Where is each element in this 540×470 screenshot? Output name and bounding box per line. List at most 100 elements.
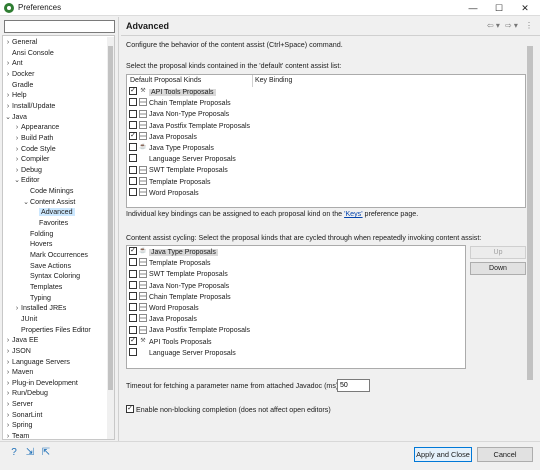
chevron-right-icon[interactable]: › <box>4 378 12 389</box>
chevron-right-icon[interactable]: › <box>13 165 21 176</box>
chevron-right-icon[interactable]: › <box>4 420 12 431</box>
chevron-right-icon[interactable]: › <box>4 367 12 378</box>
proposal-row[interactable]: Template Proposals <box>129 176 210 188</box>
chevron-right-icon[interactable]: › <box>4 357 12 368</box>
tree-item-gradle[interactable]: Gradle <box>4 80 33 91</box>
proposal-row[interactable]: Java Non-Type Proposals <box>129 109 229 120</box>
tree-item-install-update[interactable]: › Install/Update <box>4 101 56 112</box>
tree-item-run-debug[interactable]: › Run/Debug <box>4 388 48 399</box>
checkbox[interactable] <box>129 187 137 196</box>
chevron-down-icon[interactable]: ⌄ <box>22 197 30 208</box>
preference-tree[interactable]: › General Ansi Console › Ant › Docker Gradle › He… <box>2 35 115 440</box>
proposal-row[interactable]: Java Postfix Template Proposals <box>129 120 250 132</box>
tree-item-syntax-coloring[interactable]: Syntax Coloring <box>22 271 80 282</box>
tree-item-properties-files-editor[interactable]: Properties Files Editor <box>13 325 91 336</box>
back-icon[interactable]: ⇦ ▾ <box>487 21 500 30</box>
chevron-right-icon[interactable]: › <box>13 133 21 144</box>
checkbox[interactable] <box>129 258 137 267</box>
tree-item-debug[interactable]: › Debug <box>13 165 42 176</box>
column-header-kinds[interactable]: Default Proposal Kinds <box>130 77 201 84</box>
tree-item-favorites[interactable]: Favorites <box>31 218 68 229</box>
chevron-right-icon[interactable]: › <box>4 431 12 439</box>
checkbox[interactable] <box>129 109 137 118</box>
nonblocking-checkbox[interactable]: ✓ <box>126 405 134 414</box>
tree-item-ant[interactable]: › Ant <box>4 58 23 69</box>
tree-item-spring[interactable]: › Spring <box>4 420 33 431</box>
tree-item-templates[interactable]: Templates <box>22 282 62 293</box>
proposal-row[interactable]: Word Proposals <box>129 303 199 314</box>
checked-checkbox[interactable]: ✓ <box>129 87 137 96</box>
checkbox[interactable] <box>129 154 137 163</box>
proposal-row[interactable]: Chain Template Proposals <box>129 98 231 109</box>
chevron-right-icon[interactable]: › <box>13 154 21 165</box>
tree-item-content-assist[interactable]: ⌄Content Assist <box>22 197 75 208</box>
help-icon[interactable]: ? <box>8 447 20 459</box>
proposal-row[interactable]: SWT Template Proposals <box>129 269 228 280</box>
cycling-kinds-list[interactable]: ✓ ☕ Java Type Proposals Template Proposals S… <box>126 245 466 369</box>
export-icon[interactable]: ⇱ <box>40 447 52 459</box>
proposal-row[interactable]: ☕ Java Type Proposals <box>129 143 214 154</box>
chevron-right-icon[interactable]: › <box>13 122 21 133</box>
chevron-right-icon[interactable]: › <box>4 410 12 421</box>
chevron-right-icon[interactable]: › <box>13 303 21 314</box>
tree-item-general[interactable]: › General <box>4 37 37 48</box>
checkbox[interactable] <box>129 165 137 174</box>
tree-item-typing[interactable]: Typing <box>22 293 51 304</box>
proposal-row[interactable]: ✓ ⚒ API Tools Proposals <box>129 336 212 348</box>
proposal-row[interactable]: ✓ Java Proposals <box>129 131 197 143</box>
chevron-right-icon[interactable]: › <box>4 388 12 399</box>
checkbox[interactable] <box>129 143 137 152</box>
checkbox[interactable] <box>129 314 137 323</box>
chevron-down-icon[interactable]: ⌄ <box>13 175 21 186</box>
sash-divider[interactable] <box>118 17 119 441</box>
tree-item-installed-jres[interactable]: › Installed JREs <box>13 303 67 314</box>
cancel-button[interactable]: Cancel <box>477 447 533 462</box>
proposal-row[interactable]: SWT Template Proposals <box>129 165 228 176</box>
tree-item-docker[interactable]: › Docker <box>4 69 35 80</box>
tree-item-editor[interactable]: ⌄Editor <box>13 175 39 186</box>
checkbox[interactable] <box>129 269 137 278</box>
tree-item-sonarlint[interactable]: › SonarLint <box>4 410 43 421</box>
tree-item-language-servers[interactable]: › Language Servers <box>4 357 70 368</box>
proposal-row[interactable]: Template Proposals <box>129 258 210 269</box>
checkbox[interactable] <box>129 98 137 107</box>
nonblocking-option[interactable]: ✓ Enable non-blocking completion (does no… <box>126 405 331 414</box>
tree-item-ansi-console[interactable]: Ansi Console <box>4 48 54 59</box>
checkbox[interactable] <box>129 325 137 334</box>
tree-item-junit[interactable]: JUnit <box>13 314 37 325</box>
checkbox[interactable] <box>129 176 137 185</box>
keys-link[interactable]: 'Keys' <box>344 210 362 218</box>
checkbox[interactable] <box>129 347 137 356</box>
import-icon[interactable]: ⇲ <box>24 447 36 459</box>
tree-item-java[interactable]: ⌄Java <box>4 112 27 123</box>
chevron-right-icon[interactable]: › <box>4 399 12 410</box>
tree-item-server[interactable]: › Server <box>4 399 33 410</box>
proposal-row[interactable]: Java Non-Type Proposals <box>129 280 229 292</box>
tree-item-folding[interactable]: Folding <box>22 229 53 240</box>
proposal-row[interactable]: Language Server Proposals <box>129 347 236 359</box>
proposal-row[interactable]: Java Postfix Template Proposals <box>129 325 250 336</box>
checkbox[interactable] <box>129 291 137 300</box>
page-scrollbar-thumb[interactable] <box>527 46 533 380</box>
column-header-key-binding[interactable]: Key Binding <box>255 77 292 84</box>
up-button[interactable]: Up <box>470 246 526 259</box>
tree-scrollbar-thumb[interactable] <box>108 46 113 390</box>
proposal-row[interactable]: ✓ ⚒ API Tools Proposals <box>129 87 216 98</box>
proposal-row[interactable]: Chain Template Proposals <box>129 291 231 303</box>
tree-item-advanced[interactable]: Advanced <box>31 207 75 218</box>
filter-input[interactable] <box>4 20 115 33</box>
minimize-button[interactable]: — <box>460 1 486 15</box>
view-menu-icon[interactable]: ⋮ <box>525 21 533 30</box>
tree-item-hovers[interactable]: Hovers <box>22 239 52 250</box>
tree-item-build-path[interactable]: › Build Path <box>13 133 54 144</box>
checked-checkbox[interactable]: ✓ <box>129 131 137 140</box>
tree-item-save-actions[interactable]: Save Actions <box>22 261 71 272</box>
apply-and-close-button[interactable]: Apply and Close <box>414 447 472 462</box>
forward-icon[interactable]: ⇨ ▾ <box>505 21 518 30</box>
checkbox[interactable] <box>129 120 137 129</box>
proposal-row[interactable]: ✓ ☕ Java Type Proposals <box>129 247 218 258</box>
timeout-input[interactable] <box>337 379 370 392</box>
tree-item-code-style[interactable]: › Code Style <box>13 144 56 155</box>
tree-item-appearance[interactable]: › Appearance <box>13 122 59 133</box>
down-button[interactable]: Down <box>470 262 526 275</box>
